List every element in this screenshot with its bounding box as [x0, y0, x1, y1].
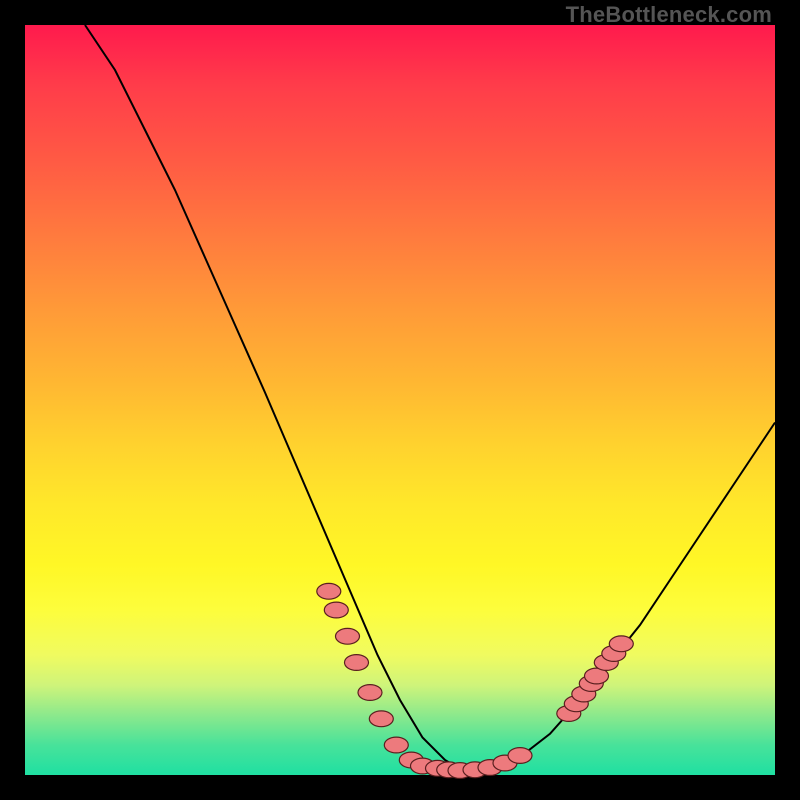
plot-area	[25, 25, 775, 775]
chart-frame: TheBottleneck.com	[0, 0, 800, 800]
chart-svg	[25, 25, 775, 775]
data-marker	[317, 583, 341, 599]
data-marker	[358, 685, 382, 701]
data-marker	[336, 628, 360, 644]
marker-group	[317, 583, 634, 778]
data-marker	[369, 711, 393, 727]
data-marker	[324, 602, 348, 618]
bottleneck-curve	[85, 25, 775, 771]
data-marker	[345, 655, 369, 671]
data-marker	[384, 737, 408, 753]
data-marker	[508, 748, 532, 764]
data-marker	[609, 636, 633, 652]
